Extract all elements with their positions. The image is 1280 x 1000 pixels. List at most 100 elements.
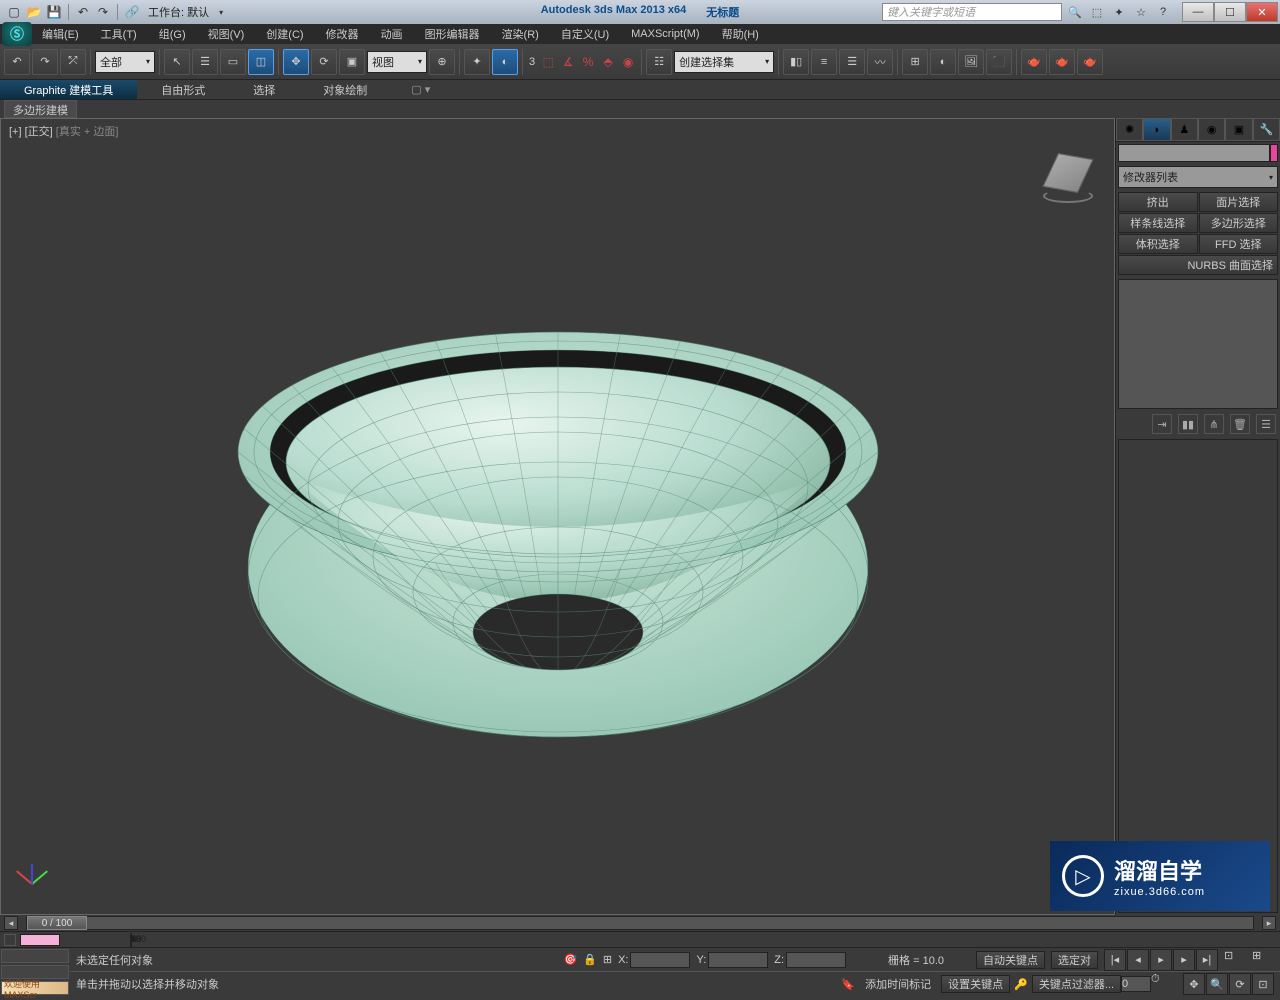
app-icon[interactable]: Ⓢ xyxy=(2,22,32,46)
teapot2-button[interactable]: 🫖 xyxy=(1077,49,1103,75)
time-slider-thumb[interactable]: 0 / 100 xyxy=(27,916,87,930)
menu-tools[interactable]: 工具(T) xyxy=(95,24,143,44)
filter-combo[interactable]: 全部▾ xyxy=(95,51,155,73)
ribbon-selection[interactable]: 选择 xyxy=(229,80,299,99)
help-icon[interactable]: ? xyxy=(1154,3,1172,21)
subtab-polymodel[interactable]: 多边形建模 xyxy=(4,100,77,118)
setkey-button[interactable]: 设置关键点 xyxy=(941,975,1010,993)
isolate-icon[interactable]: ⊡ xyxy=(1224,949,1246,971)
pan-icon[interactable]: ✥ xyxy=(1183,973,1205,995)
trackbar-toggle-icon[interactable] xyxy=(4,934,16,946)
xview-icon[interactable]: ⊞ xyxy=(1252,949,1274,971)
ribbon-graphite[interactable]: Graphite 建模工具 xyxy=(0,80,137,99)
maximize-vp-icon[interactable]: ⊡ xyxy=(1252,973,1274,995)
y-input[interactable] xyxy=(708,952,768,968)
next-frame-icon[interactable]: ▸ xyxy=(1173,949,1195,971)
undo-button[interactable]: ↶ xyxy=(4,49,30,75)
menu-rendering[interactable]: 渲染(R) xyxy=(496,24,545,44)
undo-icon[interactable]: ↶ xyxy=(75,4,91,20)
worktable-label[interactable]: 工作台: 默认 xyxy=(148,4,209,20)
pivot-button[interactable]: ⊕ xyxy=(429,49,455,75)
menu-create[interactable]: 创建(C) xyxy=(260,24,309,44)
motion-tab-icon[interactable]: ◉ xyxy=(1198,118,1225,141)
modbtn-extrude[interactable]: 挤出 xyxy=(1118,192,1198,212)
menu-group[interactable]: 组(G) xyxy=(153,24,192,44)
menu-customize[interactable]: 自定义(U) xyxy=(555,24,615,44)
keyfilter-button[interactable]: 关键点过滤器... xyxy=(1032,975,1121,993)
goto-end-icon[interactable]: ▸| xyxy=(1196,949,1218,971)
viewport-label[interactable]: [+] [正交] [真实 + 边面] xyxy=(9,123,118,139)
display-tab-icon[interactable]: ▣ xyxy=(1225,118,1252,141)
selected-button[interactable]: 选定对 xyxy=(1051,951,1098,969)
material-button[interactable]: ◐ xyxy=(930,49,956,75)
create-tab-icon[interactable]: ✺ xyxy=(1116,118,1143,141)
modifier-list-combo[interactable]: 修改器列表▾ xyxy=(1118,166,1278,188)
manip-button[interactable]: ✦ xyxy=(464,49,490,75)
time-prev-button[interactable]: ◂ xyxy=(4,916,18,930)
menu-modifiers[interactable]: 修改器 xyxy=(320,24,365,44)
comm-icon[interactable]: ✦ xyxy=(1110,3,1128,21)
menu-maxscript[interactable]: MAXScript(M) xyxy=(625,26,705,42)
select-name-button[interactable]: ☰ xyxy=(192,49,218,75)
lock-icon[interactable]: 🎯 xyxy=(563,953,577,966)
exchange-icon[interactable]: ⬚ xyxy=(1088,3,1106,21)
modbtn-patchsel[interactable]: 面片选择 xyxy=(1199,192,1279,212)
link-button[interactable]: ⤱ xyxy=(60,49,86,75)
script-mini-listener[interactable] xyxy=(1,949,69,963)
time-slider-track[interactable]: 0 / 100 xyxy=(26,916,1254,930)
search-input[interactable]: 键入关键字或短语 xyxy=(882,3,1062,21)
select-window-button[interactable]: ◫ xyxy=(248,49,274,75)
ribbon-expand-icon[interactable]: ▢ ▾ xyxy=(411,80,430,99)
redo-button[interactable]: ↷ xyxy=(32,49,58,75)
search-icon[interactable]: 🔍 xyxy=(1066,3,1084,21)
angle-snap-icon[interactable]: ∡ xyxy=(559,53,577,71)
modbtn-polysel[interactable]: 多边形选择 xyxy=(1199,213,1279,233)
pin-stack-icon[interactable]: ⇥ xyxy=(1152,414,1172,434)
remove-mod-icon[interactable]: 🗑 xyxy=(1230,414,1250,434)
dropdown-icon[interactable]: ▾ xyxy=(213,4,229,20)
key-icon[interactable]: 🔑 xyxy=(1014,978,1028,991)
link-icon[interactable]: 🔗 xyxy=(124,4,140,20)
ribbon-freeform[interactable]: 自由形式 xyxy=(137,80,229,99)
time-ruler[interactable]: 0510152025303540455055606570758085909510… xyxy=(130,933,132,947)
model-bowl[interactable] xyxy=(218,287,898,747)
utilities-tab-icon[interactable]: 🔧 xyxy=(1253,118,1280,141)
named-sel-icon[interactable]: ☷ xyxy=(646,49,672,75)
curve-editor-button[interactable]: 〰 xyxy=(867,49,893,75)
keymode-button[interactable]: ◐ xyxy=(492,49,518,75)
modbtn-splinesel[interactable]: 样条线选择 xyxy=(1118,213,1198,233)
snap-icon[interactable]: ⬚ xyxy=(539,53,557,71)
redo-icon[interactable]: ↷ xyxy=(95,4,111,20)
zoom-icon[interactable]: 🔍 xyxy=(1206,973,1228,995)
menu-edit[interactable]: 编辑(E) xyxy=(36,24,85,44)
prev-frame-icon[interactable]: ◂ xyxy=(1127,949,1149,971)
mirror-button[interactable]: ▮▯ xyxy=(783,49,809,75)
menu-animation[interactable]: 动画 xyxy=(375,24,409,44)
render-frame-button[interactable]: ⬛ xyxy=(986,49,1012,75)
frame-input[interactable] xyxy=(1121,976,1151,992)
modbtn-volsel[interactable]: 体积选择 xyxy=(1118,234,1198,254)
ribbon-paint[interactable]: 对象绘制 xyxy=(299,80,391,99)
render-setup-button[interactable]: 🖼 xyxy=(958,49,984,75)
time-next-button[interactable]: ▸ xyxy=(1262,916,1276,930)
z-input[interactable] xyxy=(786,952,846,968)
tag-icon[interactable]: 🔖 xyxy=(841,978,855,991)
x-input[interactable] xyxy=(630,952,690,968)
new-icon[interactable]: ▢ xyxy=(6,4,22,20)
viewport[interactable]: [+] [正交] [真实 + 边面] xyxy=(0,118,1115,915)
spinner-snap-icon[interactable]: ⬘ xyxy=(599,53,617,71)
unique-icon[interactable]: ⋔ xyxy=(1204,414,1224,434)
hierarchy-tab-icon[interactable]: ♟ xyxy=(1171,118,1198,141)
favorite-icon[interactable]: ☆ xyxy=(1132,3,1150,21)
menu-help[interactable]: 帮助(H) xyxy=(716,24,765,44)
time-config-icon[interactable]: ⏱ xyxy=(1151,973,1173,995)
show-end-icon[interactable]: ▮▮ xyxy=(1178,414,1198,434)
menu-views[interactable]: 视图(V) xyxy=(202,24,251,44)
orbit-icon[interactable]: ⟳ xyxy=(1229,973,1251,995)
namedsel-combo[interactable]: 创建选择集▾ xyxy=(674,51,774,73)
refcoord-combo[interactable]: 视图▾ xyxy=(367,51,427,73)
layer-button[interactable]: ☰ xyxy=(839,49,865,75)
teapot-button[interactable]: 🫖 xyxy=(1049,49,1075,75)
viewcube[interactable] xyxy=(1038,147,1098,207)
modbtn-nurbssel[interactable]: NURBS 曲面选择 xyxy=(1118,255,1278,275)
